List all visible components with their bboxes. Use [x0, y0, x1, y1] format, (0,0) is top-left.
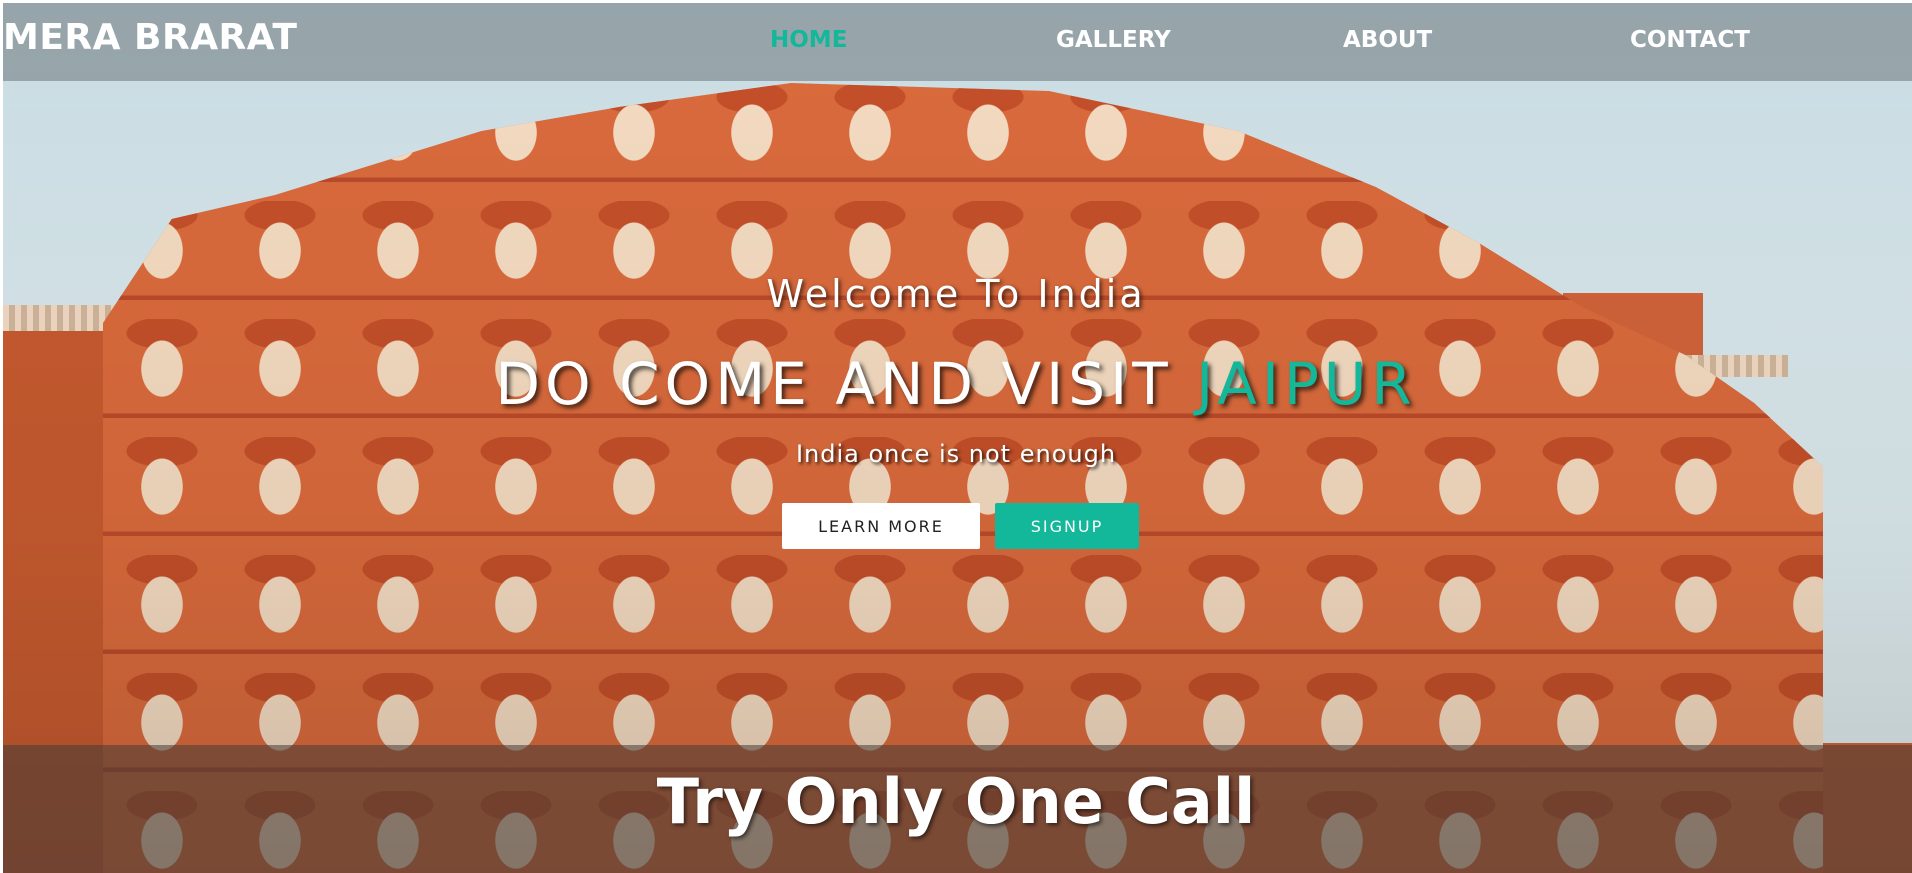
nav-home[interactable]: HOME — [770, 27, 847, 53]
hero-headline: DO COME AND VISIT JAIPUR — [0, 350, 1912, 418]
headline-accent: JAIPUR — [1196, 350, 1417, 418]
bottom-title: Try Only One Call — [656, 765, 1256, 838]
headline-main: DO COME AND VISIT — [495, 350, 1197, 418]
learn-more-button[interactable]: LEARN MORE — [782, 503, 980, 549]
brand-logo[interactable]: MERA BRARAT — [3, 17, 297, 58]
nav-contact[interactable]: CONTACT — [1630, 27, 1750, 53]
nav-gallery[interactable]: GALLERY — [1056, 27, 1171, 53]
welcome-text: Welcome To India — [766, 272, 1146, 316]
top-navbar: MERA BRARAT HOME GALLERY ABOUT CONTACT — [3, 3, 1912, 81]
nav-about[interactable]: ABOUT — [1343, 27, 1432, 53]
signup-button[interactable]: SIGNUP — [995, 503, 1139, 549]
hero-tagline: India once is not enough — [795, 440, 1117, 468]
hero-background — [3, 3, 1912, 873]
